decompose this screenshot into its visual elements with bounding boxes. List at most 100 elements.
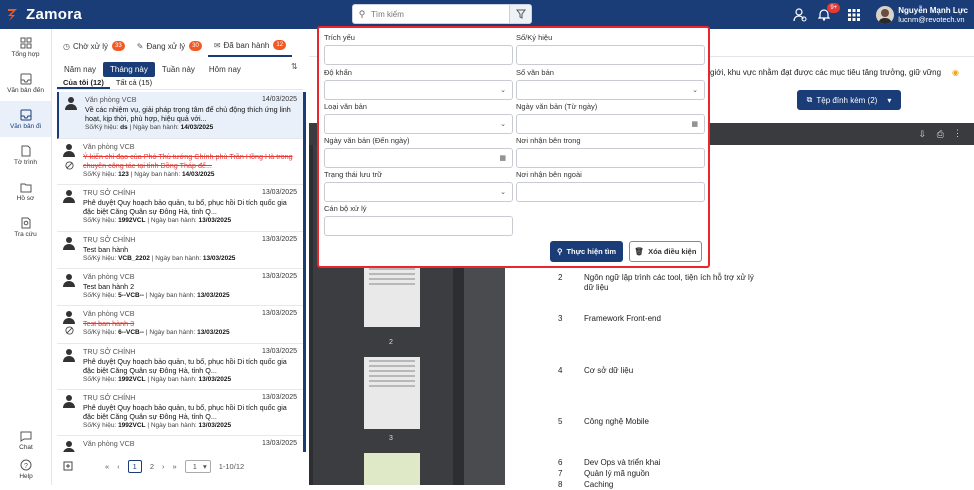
period-this-week[interactable]: Tuần này [155, 62, 202, 77]
field-trich-yeu: Trích yếu [324, 33, 513, 65]
notification-badge: 9+ [827, 2, 841, 13]
tab-label: Chờ xử lý [72, 41, 109, 51]
scope-mine[interactable]: Của tôi (12) [57, 78, 110, 89]
noi-nhan-ngoai-input[interactable] [516, 182, 705, 202]
tab-da-ban-hanh[interactable]: ✉ Đã ban hành 12 [207, 35, 293, 57]
tab-count: 33 [112, 41, 125, 51]
person-avatar-icon [63, 190, 75, 203]
notification-bell-icon[interactable]: 9+ [816, 2, 841, 23]
page-2-button[interactable]: 2 [150, 462, 154, 471]
period-this-year[interactable]: Năm nay [57, 62, 103, 77]
list-item[interactable]: Văn phòng VCB 14/03/2025 Về các nhiệm vụ… [57, 92, 303, 139]
scope-all[interactable]: Tất cả (15) [110, 78, 158, 89]
so-van-ban-select[interactable]: ⌄ [516, 80, 705, 100]
sidebar-item-tong-hop[interactable]: Tổng hợp [0, 29, 51, 65]
sort-icon[interactable]: ⇅ [291, 62, 301, 74]
list-item[interactable]: TRỤ SỞ CHÍNH 13/03/2025 Phê duyệt Quy ho… [57, 344, 303, 390]
top-right-area: 9+ Nguyễn Mạnh Lực lucnm@revotech.vn [792, 0, 974, 29]
chevron-down-icon: ⌄ [500, 189, 506, 196]
calendar-icon: ▦ [499, 155, 506, 162]
person-avatar-icon [63, 311, 75, 324]
field-label: Độ khẩn [324, 68, 352, 77]
item-date: 13/03/2025 [261, 348, 297, 355]
grid-menu-icon[interactable] [846, 7, 862, 23]
sidebar-item-to-trinh[interactable]: Tờ trình [0, 137, 51, 173]
prev-page-button[interactable]: ‹ [117, 462, 120, 471]
first-page-button[interactable]: « [105, 462, 109, 471]
list-item[interactable]: TRỤ SỞ CHÍNH 13/03/2025 Phê duyệt Quy ho… [57, 390, 303, 436]
search-submit-button[interactable]: ⚲ Thực hiện tìm [550, 241, 623, 262]
item-text: Dev Ops và triển khai [584, 458, 661, 467]
period-today[interactable]: Hôm nay [202, 62, 248, 77]
list-item[interactable]: Văn phòng VCB 13/03/2025 Test ban hành 3… [57, 306, 303, 344]
item-meta: Số/Ký hiệu: 6--VCB-- | Ngày ban hành: 13… [83, 329, 230, 336]
person-avatar-icon [63, 144, 75, 157]
attachments-button[interactable]: ⧉ Tệp đính kèm (2) ▾ [797, 90, 901, 110]
outbox-icon [20, 109, 31, 120]
can-bo-input[interactable] [324, 216, 513, 236]
clear-conditions-label: Xóa điều kiện [648, 247, 697, 256]
avatar[interactable] [876, 5, 895, 24]
list-item[interactable]: Văn phòng VCB Ý kiến chỉ đạo của Phó Thủ… [57, 139, 303, 185]
app-logo[interactable]: Zamora [6, 6, 82, 23]
loai-van-ban-select[interactable]: ⌄ [324, 114, 513, 134]
period-this-month[interactable]: Tháng này [103, 61, 155, 77]
so-ky-hieu-input[interactable] [516, 45, 705, 65]
user-settings-icon[interactable] [792, 7, 808, 23]
user-name: Nguyễn Mạnh Lực [898, 5, 968, 15]
meta-code: ds [120, 124, 128, 131]
search-icon: ⚲ [358, 8, 366, 19]
tab-cho-xu-ly[interactable]: ◷ Chờ xử lý 33 [57, 35, 131, 57]
pen-icon: ✎ [136, 41, 144, 51]
item-title: Phê duyệt Quy hoạch bảo quản, tu bổ, phụ… [83, 403, 287, 421]
dock-icon[interactable] [63, 461, 73, 471]
page-thumbnail[interactable] [364, 453, 420, 485]
search-bar[interactable]: ⚲ [352, 4, 532, 24]
download-icon[interactable]: ⇩ [918, 129, 926, 140]
sidebar-item-tra-cuu[interactable]: Tra cứu [0, 209, 51, 245]
sidebar-item-van-ban-di[interactable]: Văn bản đi [0, 101, 51, 137]
list-item[interactable]: TRỤ SỞ CHÍNH 13/03/2025 Phê duyệt Quy ho… [57, 185, 303, 232]
item-text: Quản lý mã nguồn [584, 469, 650, 478]
chat-icon [20, 431, 32, 442]
field-loai-van-ban: Loại văn bản ⌄ [324, 102, 513, 134]
page-1-button[interactable]: 1 [127, 459, 142, 473]
sidebar-item-label: Văn bản đến [7, 86, 44, 94]
item-text: Công nghệ Mobile [584, 417, 649, 426]
page-size-select[interactable]: 1 ▾ [184, 459, 211, 473]
ngay-tu-datepicker[interactable]: ▦ [516, 114, 705, 134]
sidebar-item-help[interactable]: ? Help [0, 455, 52, 483]
print-icon[interactable]: ⎙ [937, 129, 944, 140]
help-icon: ? [20, 459, 32, 470]
field-label: Nơi nhận bên ngoài [516, 170, 582, 179]
user-info[interactable]: Nguyễn Mạnh Lực lucnm@revotech.vn [898, 6, 968, 24]
trang-thai-select[interactable]: ⌄ [324, 182, 513, 202]
list-item[interactable]: Văn phòng VCB 13/03/2025 [57, 436, 303, 452]
scope-tabs: Của tôi (12) Tất cả (15) [57, 78, 303, 90]
field-trang-thai: Trạng thái lưu trữ ⌄ [324, 170, 513, 202]
trich-yeu-input[interactable] [324, 45, 513, 65]
sidebar-item-van-ban-den[interactable]: Văn bản đến [0, 65, 51, 101]
chevron-down-icon: ▾ [887, 95, 892, 105]
more-icon[interactable]: ⋮ [953, 128, 962, 139]
sidebar-item-chat[interactable]: Chat [0, 425, 52, 455]
tab-label: Đang xử lý [146, 41, 186, 51]
page-thumbnail[interactable] [364, 357, 420, 429]
tab-dang-xu-ly[interactable]: ✎ Đang xử lý 30 [131, 35, 208, 57]
meta-code-label: Số/Ký hiệu: [85, 124, 121, 131]
clear-conditions-button[interactable]: 🗑 Xóa điều kiện [629, 241, 702, 262]
do-khan-select[interactable]: ⌄ [324, 80, 513, 100]
filter-button[interactable] [509, 5, 531, 23]
noi-nhan-trong-input[interactable] [516, 148, 705, 168]
eye-icon[interactable]: ◉ [952, 68, 959, 77]
list-item[interactable]: TRỤ SỞ CHÍNH 13/03/2025 Test ban hành Số… [57, 232, 303, 269]
sidebar-item-ho-so[interactable]: Hồ sơ [0, 173, 51, 209]
tab-count: 30 [189, 41, 202, 51]
search-input[interactable] [371, 6, 501, 22]
next-page-button[interactable]: › [162, 462, 165, 471]
advanced-search-popup: Trích yếu Số/Ký hiệu Độ khẩn ⌄ Sổ văn bả… [317, 26, 710, 268]
item-text: Caching [584, 480, 614, 489]
last-page-button[interactable]: » [173, 462, 177, 471]
list-item[interactable]: Văn phòng VCB 13/03/2025 Test ban hành 2… [57, 269, 303, 306]
ngay-den-datepicker[interactable]: ▦ [324, 148, 513, 168]
